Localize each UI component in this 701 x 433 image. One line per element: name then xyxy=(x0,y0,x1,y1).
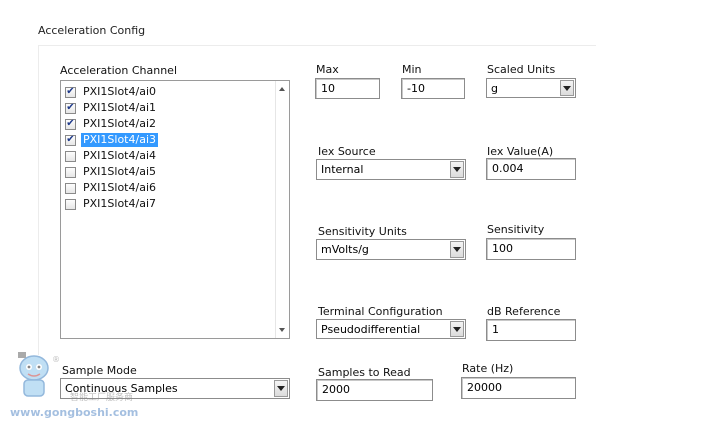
channel-item-label: PXI1Slot4/ai2 xyxy=(83,117,156,130)
sensitivity-units-select[interactable]: mVolts/g xyxy=(316,239,466,260)
channel-item-label: PXI1Slot4/ai1 xyxy=(83,101,156,114)
channel-list-item[interactable]: ✔ PXI1Slot4/ai1 xyxy=(65,100,158,116)
chevron-down-icon[interactable] xyxy=(450,321,464,337)
iex-source-select[interactable]: Internal xyxy=(316,159,466,180)
samples-to-read-input[interactable]: 2000 xyxy=(316,379,433,401)
iex-value-label: Iex Value(A) xyxy=(487,145,554,158)
section-title: Acceleration Config xyxy=(38,24,146,37)
watermark: ® 智能工厂服务商 www.gongboshi.com xyxy=(8,350,178,428)
channel-item-label: PXI1Slot4/ai0 xyxy=(83,85,156,98)
db-reference-label: dB Reference xyxy=(487,305,561,318)
channel-item-label: PXI1Slot4/ai3 xyxy=(81,133,158,147)
channel-list-scrollbar[interactable] xyxy=(275,81,289,338)
max-label: Max xyxy=(316,63,339,76)
section-divider xyxy=(38,45,596,46)
svg-text:®: ® xyxy=(52,355,60,364)
scaled-units-select[interactable]: g xyxy=(486,78,576,98)
channel-listbox[interactable]: ✔ PXI1Slot4/ai0 ✔ PXI1Slot4/ai1 ✔ PXI1Slot4/a… xyxy=(60,80,290,339)
sensitivity-label: Sensitivity xyxy=(487,223,545,236)
channel-list-item[interactable]: ✔ PXI1Slot4/ai2 xyxy=(65,116,158,132)
channel-list-label: Acceleration Channel xyxy=(60,64,178,77)
channel-checkbox[interactable]: ✔ xyxy=(65,118,76,130)
iex-value-input[interactable]: 0.004 xyxy=(486,158,576,180)
channel-checkbox[interactable] xyxy=(65,182,76,194)
chevron-down-icon[interactable] xyxy=(450,161,464,178)
terminal-config-select[interactable]: Pseudodifferential xyxy=(316,319,466,339)
channel-checkbox[interactable] xyxy=(65,166,76,178)
channel-list-item[interactable]: ✔ PXI1Slot4/ai0 xyxy=(65,84,158,100)
channel-checkbox[interactable]: ✔ xyxy=(65,134,76,146)
sensitivity-units-value: mVolts/g xyxy=(321,243,369,256)
terminal-config-value: Pseudodifferential xyxy=(321,323,421,336)
iex-source-label: Iex Source xyxy=(318,145,376,158)
terminal-config-label: Terminal Configuration xyxy=(318,305,443,318)
sensitivity-units-label: Sensitivity Units xyxy=(318,225,407,238)
chevron-down-icon[interactable] xyxy=(560,80,574,96)
channel-item-label: PXI1Slot4/ai6 xyxy=(83,181,156,194)
rate-label: Rate (Hz) xyxy=(462,362,514,375)
db-reference-input[interactable]: 1 xyxy=(486,319,576,341)
chevron-down-icon[interactable] xyxy=(274,380,288,397)
channel-list-item[interactable]: PXI1Slot4/ai7 xyxy=(65,196,158,212)
scroll-up-arrow-icon[interactable] xyxy=(279,87,285,91)
sensitivity-input[interactable]: 100 xyxy=(486,238,576,260)
channel-list-item[interactable]: PXI1Slot4/ai5 xyxy=(65,164,158,180)
watermark-tagline: 智能工厂服务商 xyxy=(70,393,134,403)
min-label: Min xyxy=(402,63,422,76)
scroll-down-arrow-icon[interactable] xyxy=(279,328,285,332)
iex-source-value: Internal xyxy=(321,163,364,176)
scaled-units-label: Scaled Units xyxy=(487,63,556,76)
max-input[interactable]: 10 xyxy=(315,78,380,99)
section-left-border xyxy=(38,45,39,355)
channel-list-item[interactable]: PXI1Slot4/ai6 xyxy=(65,180,158,196)
channel-list-item[interactable]: ✔ PXI1Slot4/ai3 xyxy=(65,132,158,148)
channel-checkbox[interactable] xyxy=(65,150,76,162)
min-input[interactable]: -10 xyxy=(401,78,465,99)
channel-item-label: PXI1Slot4/ai7 xyxy=(83,197,156,210)
rate-input[interactable]: 20000 xyxy=(461,377,576,399)
channel-list-item[interactable]: PXI1Slot4/ai4 xyxy=(65,148,158,164)
samples-to-read-label: Samples to Read xyxy=(318,366,411,379)
channel-checkbox[interactable]: ✔ xyxy=(65,102,76,114)
scaled-units-value: g xyxy=(491,82,498,95)
robot-mascot-icon: ® xyxy=(18,352,60,397)
chevron-down-icon[interactable] xyxy=(450,241,464,258)
channel-item-label: PXI1Slot4/ai5 xyxy=(83,165,156,178)
channel-checkbox[interactable] xyxy=(65,198,76,210)
watermark-url: www.gongboshi.com xyxy=(10,406,139,419)
channel-checkbox[interactable]: ✔ xyxy=(65,86,76,98)
channel-item-label: PXI1Slot4/ai4 xyxy=(83,149,156,162)
